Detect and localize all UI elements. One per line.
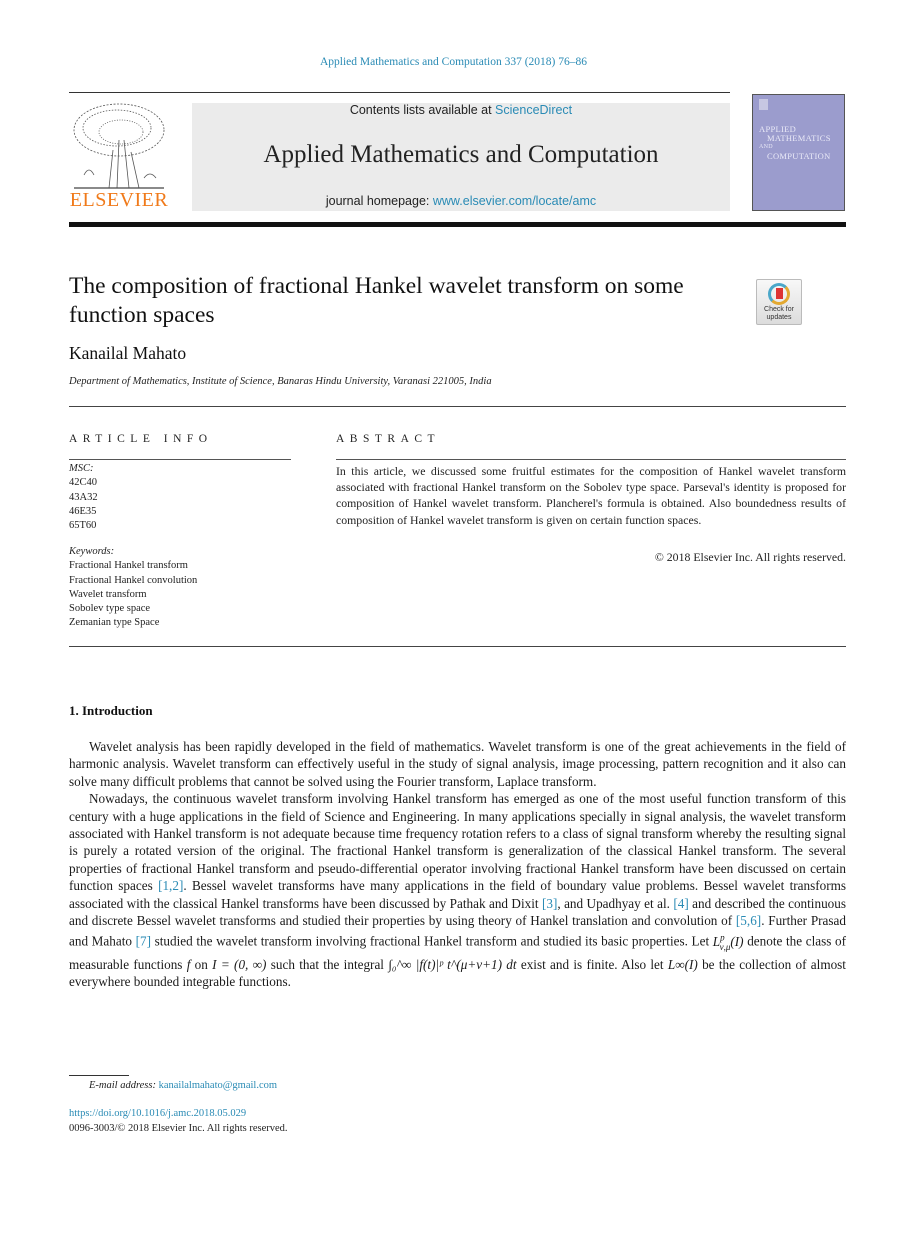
keyword: Wavelet transform bbox=[69, 588, 147, 600]
journal-title: Applied Mathematics and Computation bbox=[263, 141, 659, 168]
article-info-rule bbox=[69, 459, 291, 460]
homepage-line: journal homepage: www.elsevier.com/locat… bbox=[192, 194, 730, 208]
cover-line: MATHEMATICS bbox=[767, 133, 831, 143]
doi-link[interactable]: https://doi.org/10.1016/j.amc.2018.05.02… bbox=[69, 1108, 246, 1119]
sciencedirect-link[interactable]: ScienceDirect bbox=[495, 103, 572, 117]
issn-copyright: 0096-3003/© 2018 Elsevier Inc. All right… bbox=[69, 1123, 288, 1134]
body-text: Wavelet analysis has been rapidly develo… bbox=[69, 738, 846, 991]
msc-block: MSC: 42C40 43A32 46E35 65T60 bbox=[69, 462, 98, 533]
cover-line: COMPUTATION bbox=[767, 151, 831, 161]
msc-label: MSC: bbox=[69, 463, 94, 474]
citation-link[interactable]: [5,6] bbox=[736, 913, 761, 928]
running-head[interactable]: Applied Mathematics and Computation 337 … bbox=[0, 56, 907, 68]
msc-code: 43A32 bbox=[69, 491, 98, 503]
footnote-email: E-mail address: kanailalmahato@gmail.com bbox=[89, 1080, 277, 1091]
elsevier-wordmark: ELSEVIER bbox=[69, 189, 169, 211]
footnote-rule bbox=[69, 1075, 129, 1076]
homepage-prefix: journal homepage: bbox=[325, 194, 433, 208]
email-link[interactable]: kanailalmahato@gmail.com bbox=[159, 1080, 277, 1091]
journal-cover[interactable]: APPLIED MATHEMATICS AND COMPUTATION bbox=[752, 94, 845, 211]
citation-link[interactable]: [3] bbox=[542, 896, 557, 911]
section-divider bbox=[69, 646, 846, 647]
paragraph: Wavelet analysis has been rapidly develo… bbox=[69, 739, 846, 789]
header-thick-rule bbox=[69, 222, 846, 227]
cover-logo-icon bbox=[759, 99, 768, 110]
citation-link[interactable]: [4] bbox=[673, 896, 688, 911]
author-affiliation: Department of Mathematics, Institute of … bbox=[69, 376, 492, 387]
tree-icon bbox=[73, 103, 165, 189]
section-divider bbox=[69, 406, 846, 407]
math-sup: p bbox=[720, 932, 725, 943]
text-run: such that the integral bbox=[266, 956, 389, 972]
text-run: , and Upadhyay et al. bbox=[557, 895, 674, 911]
email-label: E-mail address: bbox=[89, 1080, 159, 1091]
check-updates-label: Check for updates bbox=[764, 306, 794, 321]
keywords-block: Keywords: Fractional Hankel transform Fr… bbox=[69, 545, 197, 631]
keyword: Fractional Hankel transform bbox=[69, 560, 188, 572]
keywords-label: Keywords: bbox=[69, 546, 115, 557]
paragraph: Nowadays, the continuous wavelet transfo… bbox=[69, 790, 846, 991]
elsevier-logo[interactable]: ELSEVIER bbox=[69, 100, 169, 212]
contents-prefix: Contents lists available at bbox=[349, 103, 496, 117]
text-run: exist and is finite. Also let bbox=[516, 956, 668, 972]
msc-code: 46E35 bbox=[69, 505, 97, 517]
keyword: Zemanian type Space bbox=[69, 617, 160, 629]
keyword: Sobolev type space bbox=[69, 603, 151, 615]
check-for-updates-button[interactable]: Check for updates bbox=[756, 279, 802, 325]
journal-banner: Contents lists available at ScienceDirec… bbox=[192, 103, 730, 211]
contents-line: Contents lists available at ScienceDirec… bbox=[192, 103, 730, 117]
abstract-rule bbox=[336, 459, 846, 460]
math-integral: ∫₀^∞ |f(t)|ᵖ t^(μ+ν+1) dt bbox=[388, 956, 517, 972]
math-sub: ν,μ bbox=[719, 941, 731, 952]
math-arg: (I) bbox=[730, 933, 744, 949]
header-rule bbox=[69, 92, 730, 93]
abstract-text: In this article, we discussed some fruit… bbox=[336, 464, 846, 527]
cover-title: APPLIED MATHEMATICS AND COMPUTATION bbox=[759, 125, 831, 161]
author-name: Kanailal Mahato bbox=[69, 343, 187, 363]
text-run: on bbox=[190, 956, 213, 972]
article-title: The composition of fractional Hankel wav… bbox=[69, 273, 684, 328]
abstract-heading: ABSTRACT bbox=[336, 433, 441, 445]
citation-link[interactable]: [7] bbox=[136, 934, 151, 949]
keyword: Fractional Hankel convolution bbox=[69, 574, 198, 586]
msc-code: 65T60 bbox=[69, 520, 97, 532]
section-heading: 1. Introduction bbox=[69, 703, 153, 718]
abstract-copyright: © 2018 Elsevier Inc. All rights reserved… bbox=[654, 550, 846, 564]
text-run: studied the wavelet transform involving … bbox=[151, 933, 713, 949]
math-linf-space: L∞(I) bbox=[667, 956, 698, 972]
homepage-link[interactable]: www.elsevier.com/locate/amc bbox=[433, 194, 596, 208]
bookmark-icon bbox=[776, 288, 783, 299]
article-info-heading: ARTICLE INFO bbox=[69, 433, 213, 445]
math-interval: I = (0, ∞) bbox=[212, 956, 267, 972]
math-lp-space: Lpν,μ(I) bbox=[712, 932, 744, 952]
msc-code: 42C40 bbox=[69, 477, 98, 489]
citation-link[interactable]: [1,2] bbox=[158, 878, 183, 893]
math-symbol: L bbox=[712, 933, 721, 949]
